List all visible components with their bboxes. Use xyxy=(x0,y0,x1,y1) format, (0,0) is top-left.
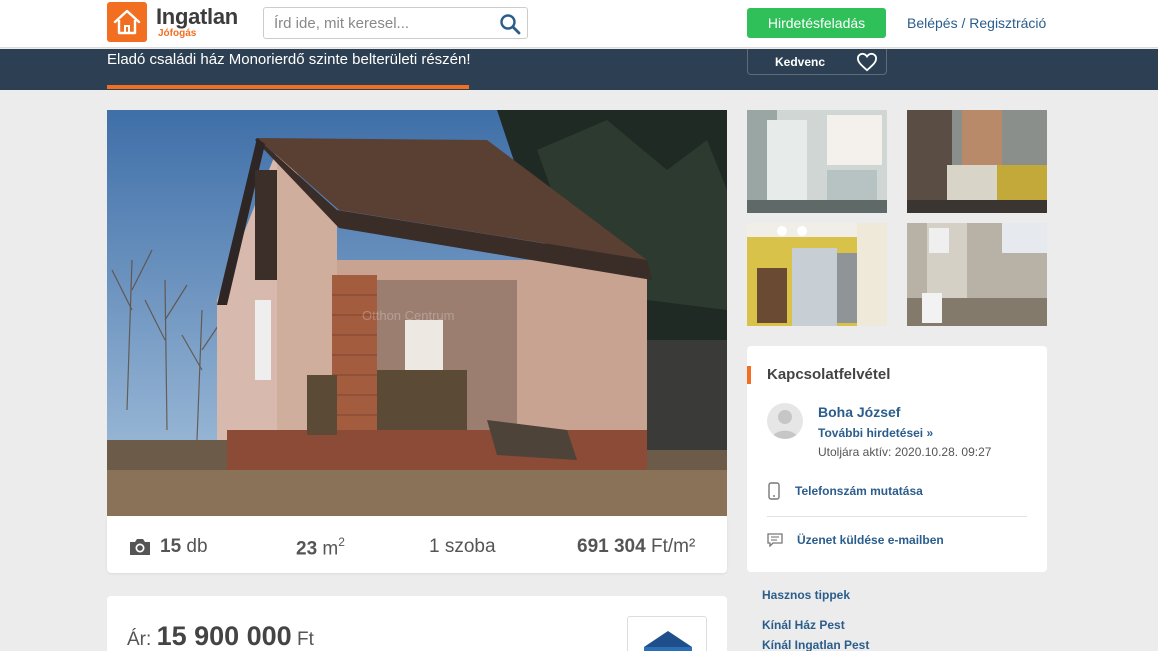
area-unit: m xyxy=(322,538,339,560)
listing-title: Eladó családi ház Monorierdő szinte belt… xyxy=(107,51,471,68)
top-bar: Ingatlan Jófogás Hirdetésfeladás Belépés… xyxy=(0,0,1158,48)
register-link[interactable]: Regisztráció xyxy=(969,15,1046,31)
seller-name[interactable]: Boha József xyxy=(818,404,900,420)
search-icon[interactable] xyxy=(499,13,521,35)
favorite-button[interactable]: Kedvenc xyxy=(747,49,887,75)
price: Ár: 15 900 000 Ft xyxy=(127,621,314,651)
phone-icon xyxy=(768,482,780,500)
rooms-stat: 1 szoba xyxy=(429,536,496,557)
auth-separator: / xyxy=(961,15,966,31)
contact-divider xyxy=(767,516,1027,517)
thumbnail-room[interactable] xyxy=(747,223,887,326)
price-per-sqm-unit: Ft/m² xyxy=(650,536,696,557)
title-underline xyxy=(107,85,469,89)
thumbnail-interior[interactable] xyxy=(907,223,1047,326)
price-per-sqm-stat: 691 304 Ft/m² xyxy=(577,536,695,558)
contact-title: Kapcsolatfelvétel xyxy=(747,366,890,384)
photo-count-unit: db xyxy=(186,536,208,557)
camera-icon xyxy=(130,539,150,555)
show-phone-button[interactable]: Telefonszám mutatása xyxy=(767,482,923,500)
photo-count[interactable]: 15 db xyxy=(128,536,208,558)
area-unit-sup: 2 xyxy=(338,535,345,549)
favorite-label: Kedvenc xyxy=(775,54,826,69)
listing-stats-bar: 15 db 23 m2 1 szoba 691 304 Ft/m² xyxy=(107,516,727,573)
avatar xyxy=(767,403,803,439)
offer-house-link[interactable]: Kínál Ház Pest xyxy=(762,618,845,632)
area-value: 23 xyxy=(296,538,318,560)
price-value: 15 900 000 xyxy=(156,621,292,651)
heart-icon xyxy=(856,52,878,72)
message-icon xyxy=(767,533,783,547)
send-email-label: Üzenet küldése e-mailben xyxy=(797,533,944,547)
last-active-text: Utoljára aktív: 2020.10.28. 09:27 xyxy=(818,445,992,459)
price-per-sqm-value: 691 304 xyxy=(577,536,646,557)
site-logo[interactable]: Ingatlan Jófogás xyxy=(107,2,238,42)
main-photo[interactable]: Otthon Centrum xyxy=(107,110,727,516)
thumbnail-kitchen[interactable] xyxy=(747,110,887,213)
auth-links: Belépés / Regisztráció xyxy=(907,15,1046,31)
photo-watermark: Otthon Centrum xyxy=(362,308,455,323)
offer-property-link[interactable]: Kínál Ingatlan Pest xyxy=(762,638,869,651)
contact-card: Kapcsolatfelvétel Boha József További hi… xyxy=(747,346,1047,572)
logo-title: Ingatlan xyxy=(156,3,238,29)
search-input[interactable] xyxy=(264,8,484,38)
agency-logo[interactable] xyxy=(627,616,707,651)
show-phone-label: Telefonszám mutatása xyxy=(795,484,923,498)
search-box xyxy=(263,7,528,39)
house-logo-icon xyxy=(107,2,147,42)
thumbnail-bathroom[interactable] xyxy=(907,110,1047,213)
logo-subtitle: Jófogás xyxy=(158,27,197,39)
photo-count-value: 15 xyxy=(160,536,182,557)
more-ads-link[interactable]: További hirdetései » xyxy=(818,426,933,440)
listing-title-band: Eladó családi ház Monorierdő szinte belt… xyxy=(0,49,1158,90)
price-currency: Ft xyxy=(296,629,314,650)
login-link[interactable]: Belépés xyxy=(907,15,958,31)
price-label: Ár: xyxy=(127,629,152,650)
price-card: Ár: 15 900 000 Ft xyxy=(107,596,727,651)
post-ad-button[interactable]: Hirdetésfeladás xyxy=(747,8,886,38)
area-stat: 23 m2 xyxy=(296,535,345,560)
send-email-button[interactable]: Üzenet küldése e-mailben xyxy=(767,533,944,547)
useful-tips-link[interactable]: Hasznos tippek xyxy=(762,588,850,602)
